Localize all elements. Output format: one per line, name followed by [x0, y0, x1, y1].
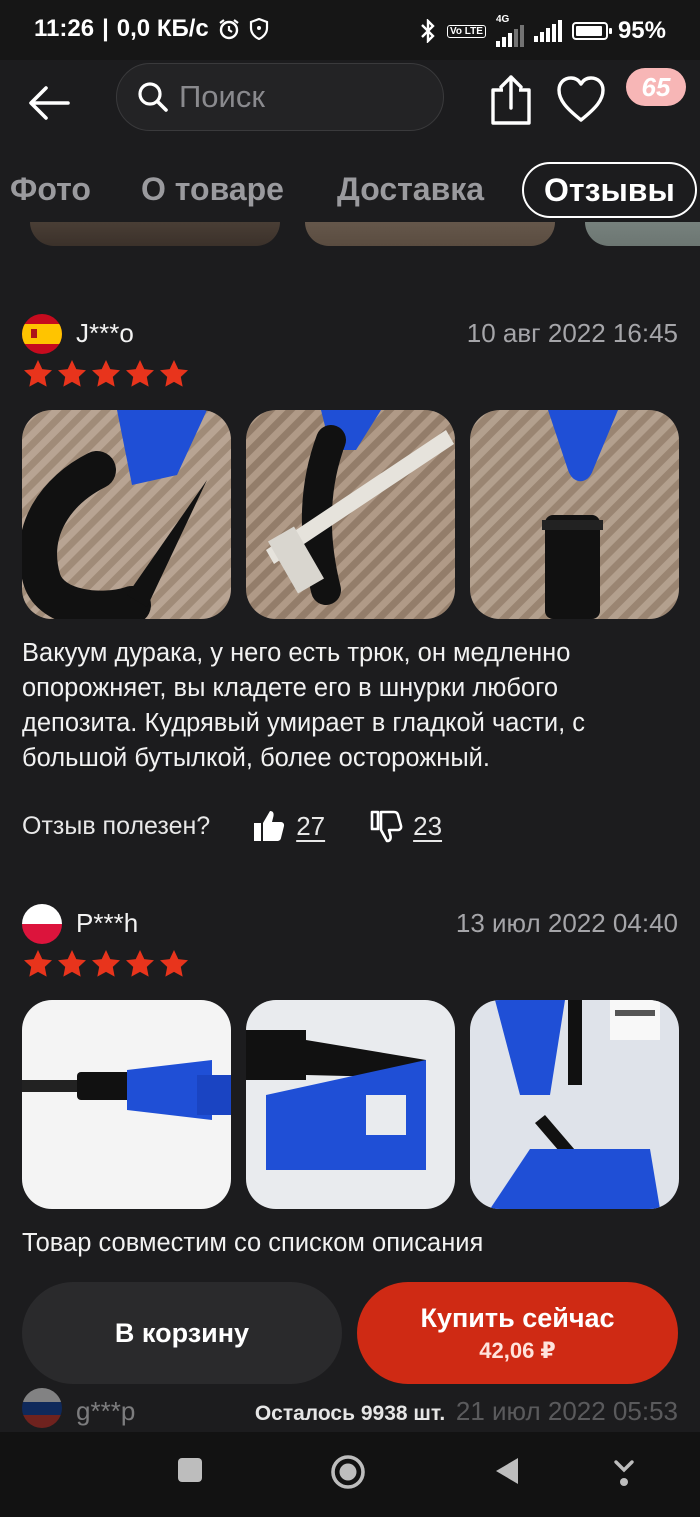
review-photo[interactable] — [470, 1000, 679, 1209]
hide-nav-icon[interactable] — [612, 1456, 636, 1488]
review-author: J***o — [76, 318, 134, 348]
review-photo[interactable] — [22, 410, 231, 619]
tab-reviews[interactable]: Отзывы — [522, 162, 697, 218]
tab-photo[interactable]: Фото — [10, 160, 91, 218]
poland-flag-icon — [22, 904, 62, 944]
review-author: P***h — [76, 908, 139, 938]
review-photo[interactable] — [246, 1000, 455, 1209]
add-to-cart-button[interactable]: В корзину — [22, 1282, 342, 1384]
back-arrow-icon[interactable] — [24, 78, 74, 128]
review-text: Вакуум дурака, у него есть трюк, он медл… — [22, 639, 586, 772]
network-type: 4G — [495, 14, 510, 25]
shield-icon — [249, 18, 268, 40]
like-button[interactable]: 27 — [252, 809, 325, 843]
review-photo[interactable] — [30, 222, 280, 246]
review-photos — [22, 1000, 679, 1209]
tab-delivery[interactable]: Доставка — [337, 160, 484, 218]
review-photo[interactable] — [305, 222, 555, 246]
star-icon — [24, 360, 52, 387]
system-nav-bar — [0, 1432, 700, 1517]
cart-count-badge[interactable]: 65 — [626, 68, 686, 106]
alarm-icon — [219, 19, 239, 40]
favorite-heart-icon[interactable] — [556, 74, 606, 126]
app-bar: Поиск 65 — [0, 60, 700, 144]
status-bar: 11:26 | 0,0 КБ/с Vo LTE 4G 95% — [0, 0, 700, 60]
dislike-button[interactable]: 23 — [369, 809, 442, 843]
volte-indicator: Vo LTE — [446, 24, 486, 38]
bluetooth-icon — [421, 19, 435, 43]
review-photo[interactable] — [22, 1000, 231, 1209]
buy-now-button[interactable]: Купить сейчас 42,06 ₽ — [357, 1282, 678, 1384]
price: 42,06 ₽ — [479, 1337, 556, 1363]
star-icon — [160, 360, 188, 387]
review-text: Товар совместим со списком описания — [22, 1229, 484, 1257]
previous-review-photos — [0, 222, 700, 250]
thumbs-down-icon — [370, 810, 403, 843]
star-icon — [58, 950, 86, 977]
rating-stars — [22, 948, 190, 980]
battery-level: 95% — [617, 17, 666, 44]
clock: 11:26 — [34, 15, 95, 42]
signal-icon-sim2 — [533, 20, 562, 42]
recent-apps-icon[interactable] — [176, 1456, 204, 1484]
review-photos — [22, 410, 679, 619]
signal-icon — [495, 25, 524, 47]
star-icon — [126, 950, 154, 977]
spain-flag-icon — [22, 314, 62, 354]
tab-about[interactable]: О товаре — [141, 160, 284, 218]
star-icon — [92, 950, 120, 977]
review-photo[interactable] — [470, 410, 679, 619]
star-icon — [160, 950, 188, 977]
thumbs-up-icon — [254, 811, 285, 841]
review-photo[interactable] — [585, 222, 700, 246]
star-icon — [58, 360, 86, 387]
like-count: 27 — [296, 810, 326, 841]
battery-icon — [571, 22, 612, 40]
buy-now-label: Купить сейчас — [420, 1302, 615, 1333]
search-icon — [138, 82, 168, 112]
star-icon — [24, 950, 52, 977]
star-icon — [126, 360, 154, 387]
search-input[interactable]: Поиск — [116, 63, 444, 131]
section-tabs: Фото О товаре Доставка Отзывы — [0, 160, 700, 222]
review-date: 13 июл 2022 04:40 — [455, 908, 678, 938]
home-icon[interactable] — [330, 1454, 366, 1490]
net-speed: 0,0 КБ/с — [116, 15, 209, 42]
share-icon[interactable] — [488, 74, 534, 126]
dislike-count: 23 — [413, 810, 443, 841]
helpful-row: Отзыв полезен? 27 23 — [22, 806, 486, 846]
rating-stars — [22, 358, 190, 390]
helpful-label: Отзыв полезен? — [22, 811, 211, 840]
stock-remaining: Осталось 9938 шт. — [254, 1402, 446, 1425]
back-icon[interactable] — [494, 1456, 520, 1486]
search-placeholder: Поиск — [179, 79, 265, 114]
review-date: 10 авг 2022 16:45 — [466, 318, 678, 348]
star-icon — [92, 360, 120, 387]
review-photo[interactable] — [246, 410, 455, 619]
